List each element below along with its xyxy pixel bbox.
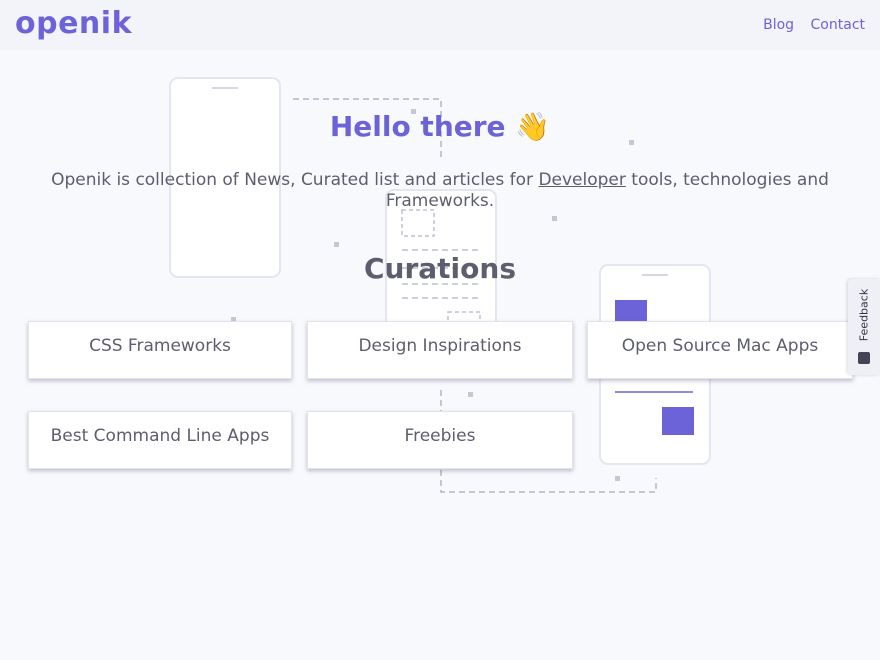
curation-card-label: Open Source Mac Apps bbox=[621, 336, 819, 356]
nav-blog-link[interactable]: Blog bbox=[763, 17, 794, 33]
curation-card-best-command-line-apps[interactable]: Best Command Line Apps bbox=[28, 411, 292, 469]
curation-card-open-source-mac-apps[interactable]: Open Source Mac Apps bbox=[587, 321, 853, 379]
page: openik Blog Contact Hello there 👋 Openik… bbox=[0, 0, 880, 660]
curation-card-label: Design Inspirations bbox=[358, 336, 522, 356]
curation-card-label: Best Command Line Apps bbox=[50, 426, 270, 446]
chat-icon bbox=[858, 352, 870, 364]
hero-title: Hello there 👋 bbox=[329, 110, 551, 143]
developer-link[interactable]: Developer bbox=[538, 170, 625, 190]
hero-description: Openik is collection of News, Curated li… bbox=[40, 170, 840, 212]
nav-contact-link[interactable]: Contact bbox=[811, 17, 865, 33]
curation-card-css-frameworks[interactable]: CSS Frameworks bbox=[28, 321, 292, 379]
top-nav: Blog Contact bbox=[751, 17, 865, 33]
feedback-label: Feedback bbox=[857, 288, 871, 342]
hero-description-text: Openik is collection of News, Curated li… bbox=[51, 170, 539, 190]
curations-title: Curations bbox=[363, 252, 516, 285]
top-bar: openik Blog Contact bbox=[0, 0, 880, 50]
curation-card-label: CSS Frameworks bbox=[89, 336, 231, 356]
feedback-tab[interactable]: Feedback bbox=[848, 279, 880, 375]
curation-card-design-inspirations[interactable]: Design Inspirations bbox=[307, 321, 573, 379]
curation-card-label: Freebies bbox=[404, 426, 476, 446]
curation-card-freebies[interactable]: Freebies bbox=[307, 411, 573, 469]
site-logo[interactable]: openik bbox=[15, 6, 132, 41]
